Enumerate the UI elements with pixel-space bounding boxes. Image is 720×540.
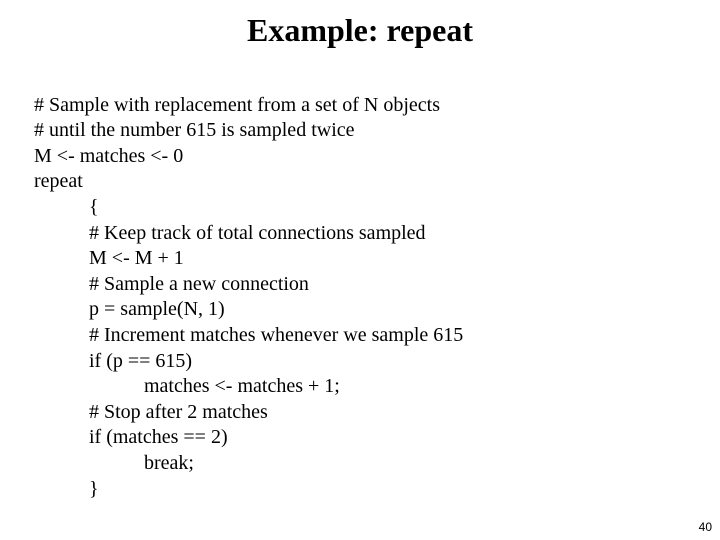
- code-line: repeat: [34, 170, 83, 192]
- code-line: if (p == 615): [34, 350, 192, 372]
- page-number: 40: [699, 520, 712, 534]
- code-line: M <- matches <- 0: [34, 145, 183, 167]
- code-line: # Increment matches whenever we sample 6…: [34, 324, 463, 346]
- code-line: matches <- matches + 1;: [34, 375, 340, 397]
- code-line: # Keep track of total connections sample…: [34, 222, 426, 244]
- code-line: }: [34, 478, 99, 500]
- code-line: # Sample a new connection: [34, 273, 309, 295]
- slide: Example: repeat # Sample with replacemen…: [0, 0, 720, 540]
- slide-title: Example: repeat: [0, 0, 720, 67]
- code-line: M <- M + 1: [34, 247, 184, 269]
- code-line: {: [34, 196, 99, 218]
- code-block: # Sample with replacement from a set of …: [0, 67, 720, 502]
- code-line: # Stop after 2 matches: [34, 401, 268, 423]
- code-line: if (matches == 2): [34, 426, 228, 448]
- code-line: # Sample with replacement from a set of …: [34, 94, 440, 116]
- code-line: p = sample(N, 1): [34, 298, 225, 320]
- code-line: break;: [34, 452, 194, 474]
- code-line: # until the number 615 is sampled twice: [34, 119, 355, 141]
